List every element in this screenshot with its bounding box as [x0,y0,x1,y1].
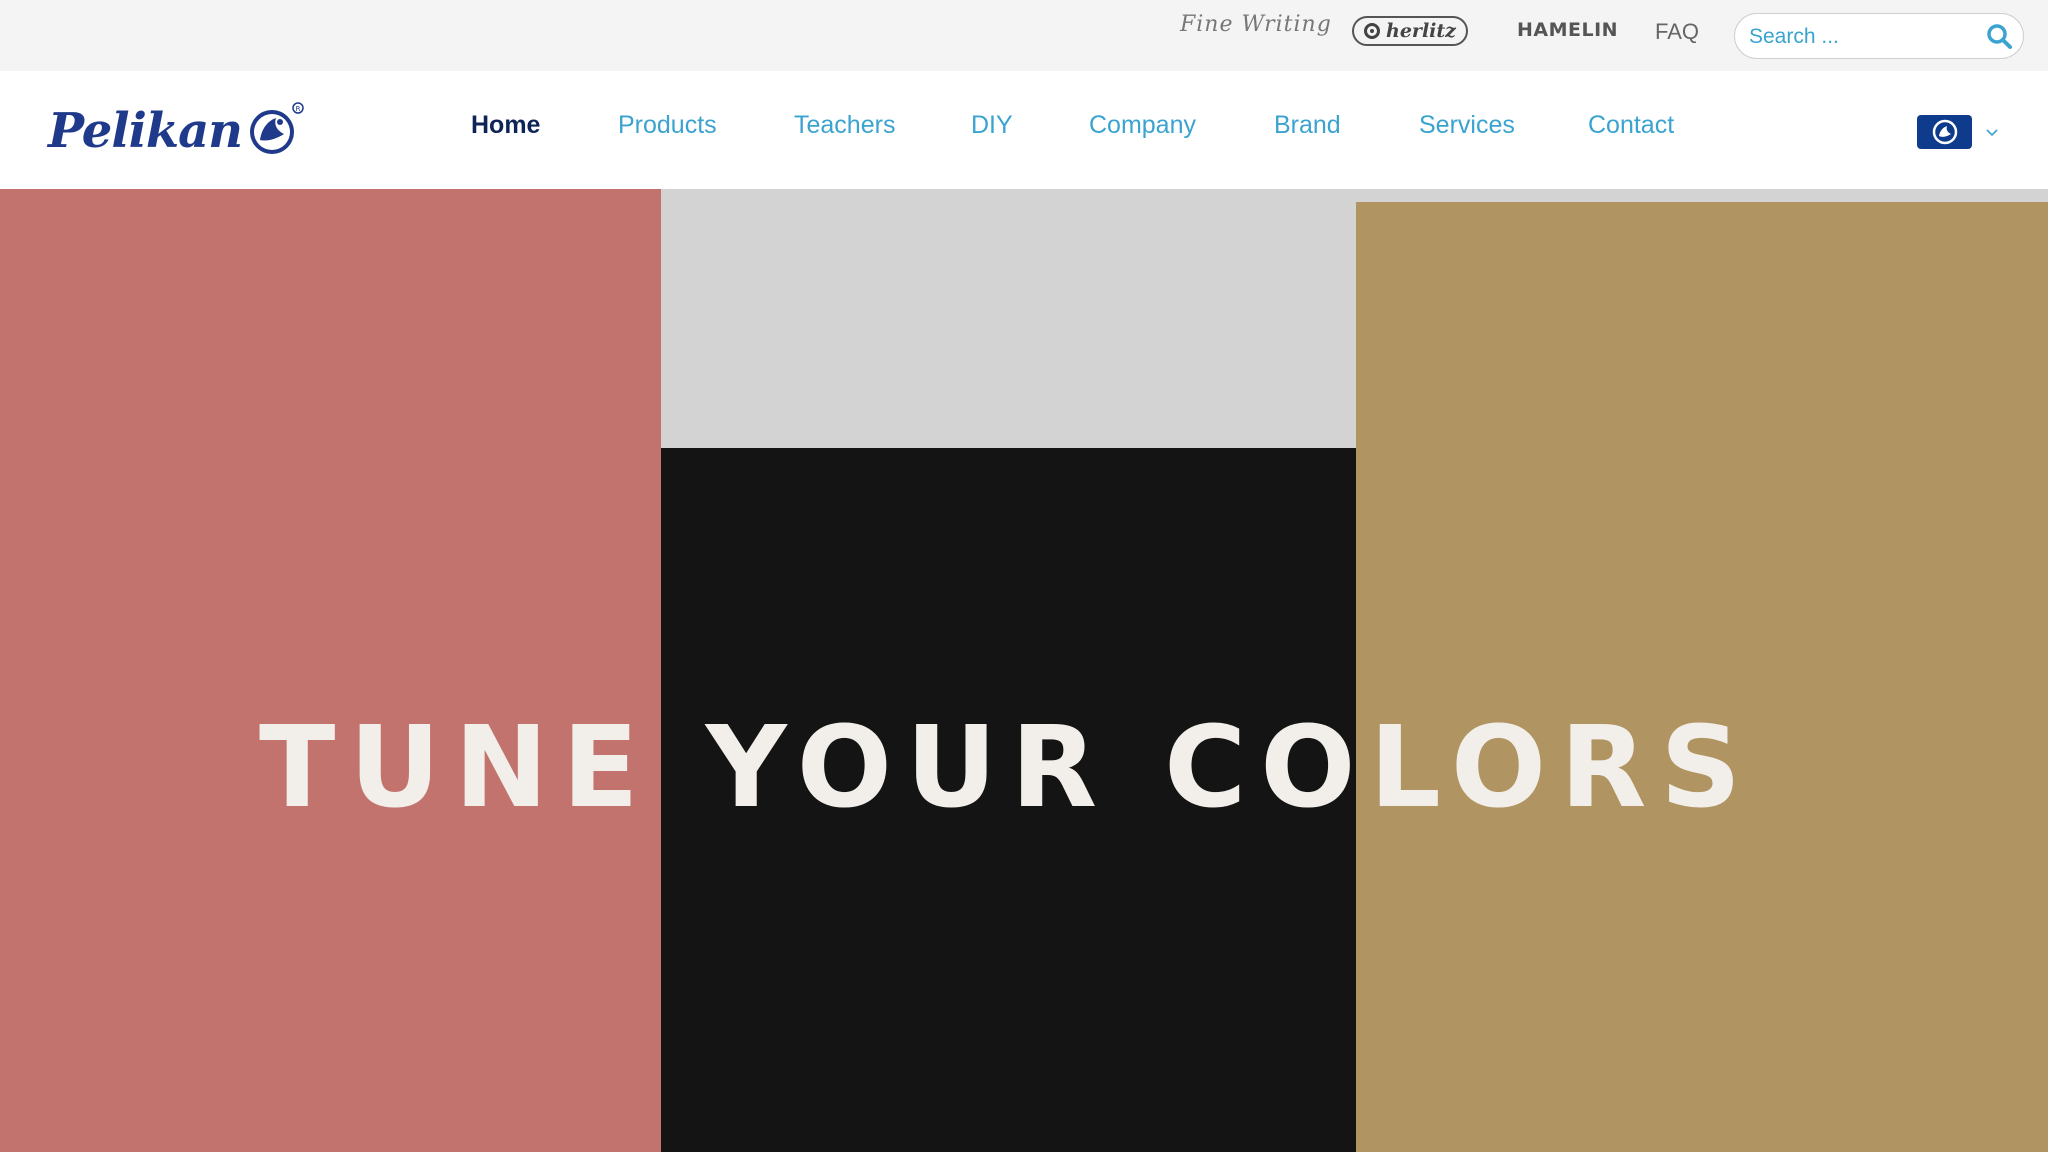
main-navbar: Pelikan R Home Products Teachers DIY Com… [0,71,2048,189]
herlitz-brand-link[interactable]: herlitz [1352,16,1468,46]
pelikan-bird-icon: R [246,100,304,163]
pelikan-logo[interactable]: Pelikan R [48,101,304,161]
language-switcher[interactable] [1917,115,2000,149]
nav-item-services[interactable]: Services [1419,111,1515,140]
utility-bar: Fine Writing herlitz HAMELIN FAQ [0,0,2048,71]
hero-title: TUNE YOUR COLORS [259,703,1755,833]
herlitz-logo-icon [1364,23,1381,39]
search-box [1734,13,2024,59]
nav-item-products[interactable]: Products [618,111,717,140]
hero-panel-gold [1356,202,2048,1152]
nav-item-contact[interactable]: Contact [1588,111,1674,140]
nav-item-diy[interactable]: DIY [971,111,1013,140]
search-icon[interactable] [1985,22,2015,52]
hero-panel-light-gray [661,189,1356,448]
pelikan-flag-icon [1917,115,1972,149]
hamelin-brand-link[interactable]: HAMELIN [1517,19,1618,41]
search-input[interactable] [1749,22,1969,52]
nav-item-brand[interactable]: Brand [1274,111,1341,140]
hero-panel-pink [0,189,661,1152]
logo-wordmark: Pelikan [48,103,243,159]
svg-text:R: R [296,105,301,113]
nav-item-teachers[interactable]: Teachers [794,111,895,140]
herlitz-label: herlitz [1386,20,1456,42]
fine-writing-link[interactable]: Fine Writing [1180,12,1332,37]
chevron-down-icon[interactable] [1984,124,2000,140]
nav-item-home[interactable]: Home [471,111,540,140]
nav-item-company[interactable]: Company [1089,111,1196,140]
hero-banner: TUNE YOUR COLORS [0,189,2048,1152]
faq-link[interactable]: FAQ [1655,19,1699,45]
